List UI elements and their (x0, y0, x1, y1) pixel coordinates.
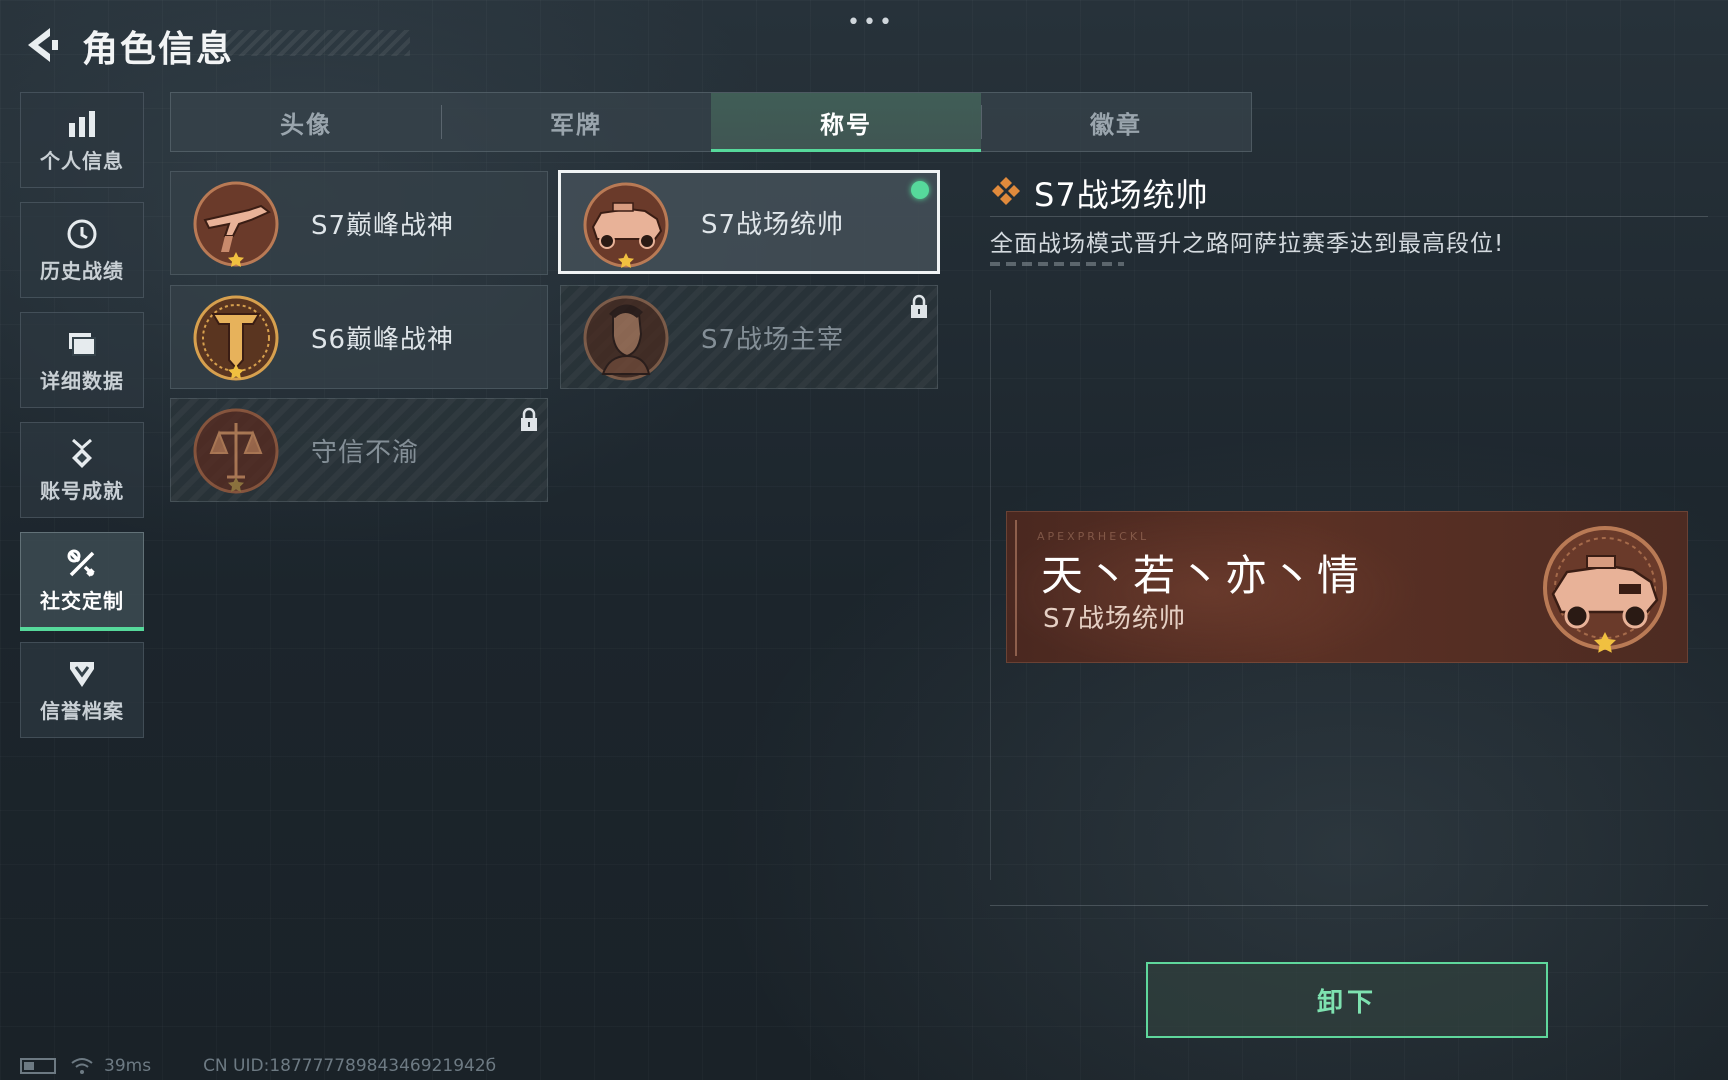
shield-chevron-icon (65, 657, 99, 691)
tab-badge[interactable]: 徽章 (981, 93, 1251, 151)
sidebar-item-label: 历史战绩 (40, 258, 124, 283)
title-card-keep-faith[interactable]: 守信不渝 (170, 398, 548, 502)
medal-icon (65, 437, 99, 471)
sidebar-item-label: 详细数据 (40, 368, 124, 393)
detail-title-name: S7战场统帅 (1034, 176, 1209, 214)
page-title: 角色信息 (82, 29, 235, 70)
back-arrow-icon[interactable] (20, 24, 60, 66)
bar-chart-icon (65, 107, 99, 141)
sidebar-item-label: 账号成就 (40, 478, 124, 503)
player-name: 天丶若丶亦丶情 (1041, 551, 1364, 600)
player-uid: CN UID:18777778984346921942б (203, 1056, 497, 1076)
armored-vehicle-emblem-icon (1535, 522, 1675, 656)
lock-icon (519, 407, 539, 433)
title-card-s7-battlefield-commander[interactable]: S7战场统帅 (558, 170, 940, 274)
title-name: 守信不渝 (311, 437, 420, 468)
sidebar-item-label: 信誉档案 (40, 698, 124, 723)
sidebar-item-history[interactable]: 历史战绩 (20, 202, 144, 298)
tab-avatar[interactable]: 头像 (171, 93, 441, 151)
tools-icon (65, 547, 99, 581)
title-name: S7巅峰战神 (311, 210, 455, 241)
sidebar-item-social-customization[interactable]: 社交定制 (20, 532, 144, 631)
nameplate-preview: APEXPRHECKL 天丶若丶亦丶情 S7战场统帅 (1006, 511, 1688, 663)
status-bar: 39ms CN UID:18777778984346921942б (20, 1056, 496, 1076)
folder-icon (65, 327, 99, 361)
sidebar-item-detailed-data[interactable]: 详细数据 (20, 312, 144, 408)
soldier-portrait-badge-icon (579, 294, 673, 382)
battery-icon (20, 1058, 56, 1074)
detail-description: 全面战场模式晋升之路阿萨拉赛季达到最高段位! (990, 231, 1505, 257)
lock-icon (909, 294, 929, 320)
sidebar-item-credit-record[interactable]: 信誉档案 (20, 642, 144, 738)
wifi-icon (70, 1057, 94, 1075)
title-card-s7-battlefield-dominator[interactable]: S7战场主宰 (560, 285, 938, 389)
armored-vehicle-badge-icon (579, 181, 673, 269)
decoration-dashes (990, 262, 1124, 266)
divider (990, 905, 1708, 906)
sidebar-item-personal-info[interactable]: 个人信息 (20, 92, 144, 188)
equipped-indicator-icon (911, 181, 929, 199)
title-name: S7战场主宰 (701, 324, 845, 355)
t-emblem-badge-icon (189, 294, 283, 382)
sidebar-item-achievements[interactable]: 账号成就 (20, 422, 144, 518)
diamond-cluster-icon (990, 175, 1022, 211)
title-card-s6-peak-god[interactable]: S6巅峰战神 (170, 285, 548, 389)
scales-badge-icon (189, 407, 283, 495)
title-name: S6巅峰战神 (311, 324, 455, 355)
ping-value: 39ms (104, 1056, 152, 1076)
clock-icon (65, 217, 99, 251)
category-tabs: 头像 军牌 称号 徽章 (170, 92, 1252, 152)
nameplate-corner-decoration (1015, 520, 1029, 656)
more-dots-icon[interactable]: ••• (847, 10, 895, 35)
unequip-button[interactable]: 卸下 (1146, 962, 1548, 1038)
detail-header: S7战场统帅 (990, 170, 1209, 216)
nameplate-title: S7战场统帅 (1043, 604, 1187, 634)
sidebar-item-label: 社交定制 (40, 588, 124, 613)
tab-dog-tag[interactable]: 军牌 (441, 93, 711, 151)
title-card-s7-peak-god[interactable]: S7巅峰战神 (170, 171, 548, 275)
title-name: S7战场统帅 (701, 209, 845, 240)
gun-badge-icon (189, 180, 283, 268)
title-decoration (226, 30, 410, 56)
divider (990, 216, 1708, 217)
tab-title[interactable]: 称号 (711, 93, 981, 152)
sidebar-item-label: 个人信息 (40, 148, 124, 173)
